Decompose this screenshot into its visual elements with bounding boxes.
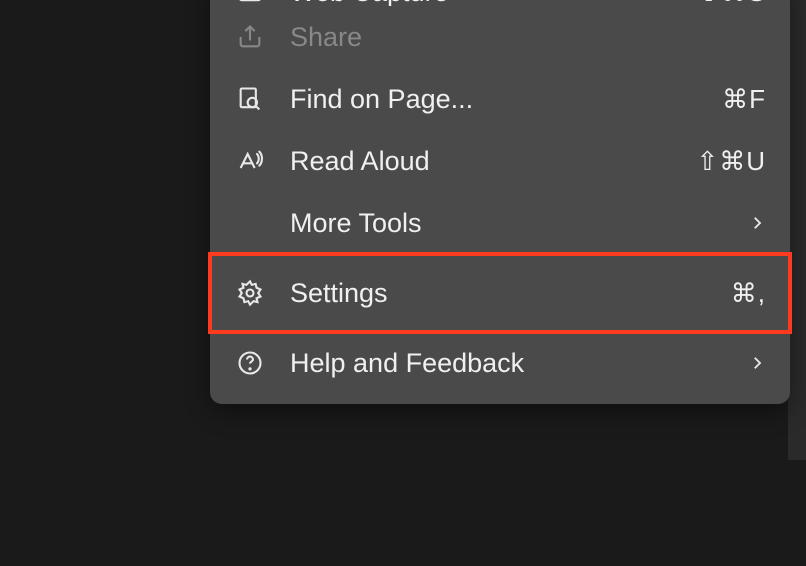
menu-shortcut: ⌘, bbox=[731, 278, 766, 309]
gear-icon bbox=[234, 277, 266, 309]
menu-shortcut: ⇧⌘U bbox=[696, 146, 766, 177]
menu-label: Settings bbox=[290, 278, 731, 309]
chevron-right-icon bbox=[748, 354, 766, 372]
menu-label: Find on Page... bbox=[290, 84, 722, 115]
menu-shortcut: ⌘F bbox=[722, 84, 766, 115]
chevron-right-icon bbox=[748, 214, 766, 232]
read-aloud-icon bbox=[234, 145, 266, 177]
menu-item-more-tools[interactable]: More Tools bbox=[210, 192, 790, 254]
context-menu: Web Capture ⇧⌘S Share Find on Page... ⌘F… bbox=[210, 0, 790, 404]
find-icon bbox=[234, 83, 266, 115]
help-icon bbox=[234, 347, 266, 379]
menu-item-share: Share bbox=[210, 6, 790, 68]
menu-label: More Tools bbox=[290, 208, 748, 239]
menu-label: Share bbox=[290, 22, 766, 53]
share-icon bbox=[234, 21, 266, 53]
menu-label: Read Aloud bbox=[290, 146, 696, 177]
menu-label: Help and Feedback bbox=[290, 348, 748, 379]
menu-item-settings[interactable]: Settings ⌘, bbox=[210, 254, 790, 332]
menu-item-help-feedback[interactable]: Help and Feedback bbox=[210, 332, 790, 394]
menu-item-read-aloud[interactable]: Read Aloud ⇧⌘U bbox=[210, 130, 790, 192]
window-edge bbox=[788, 0, 806, 460]
menu-item-find-on-page[interactable]: Find on Page... ⌘F bbox=[210, 68, 790, 130]
